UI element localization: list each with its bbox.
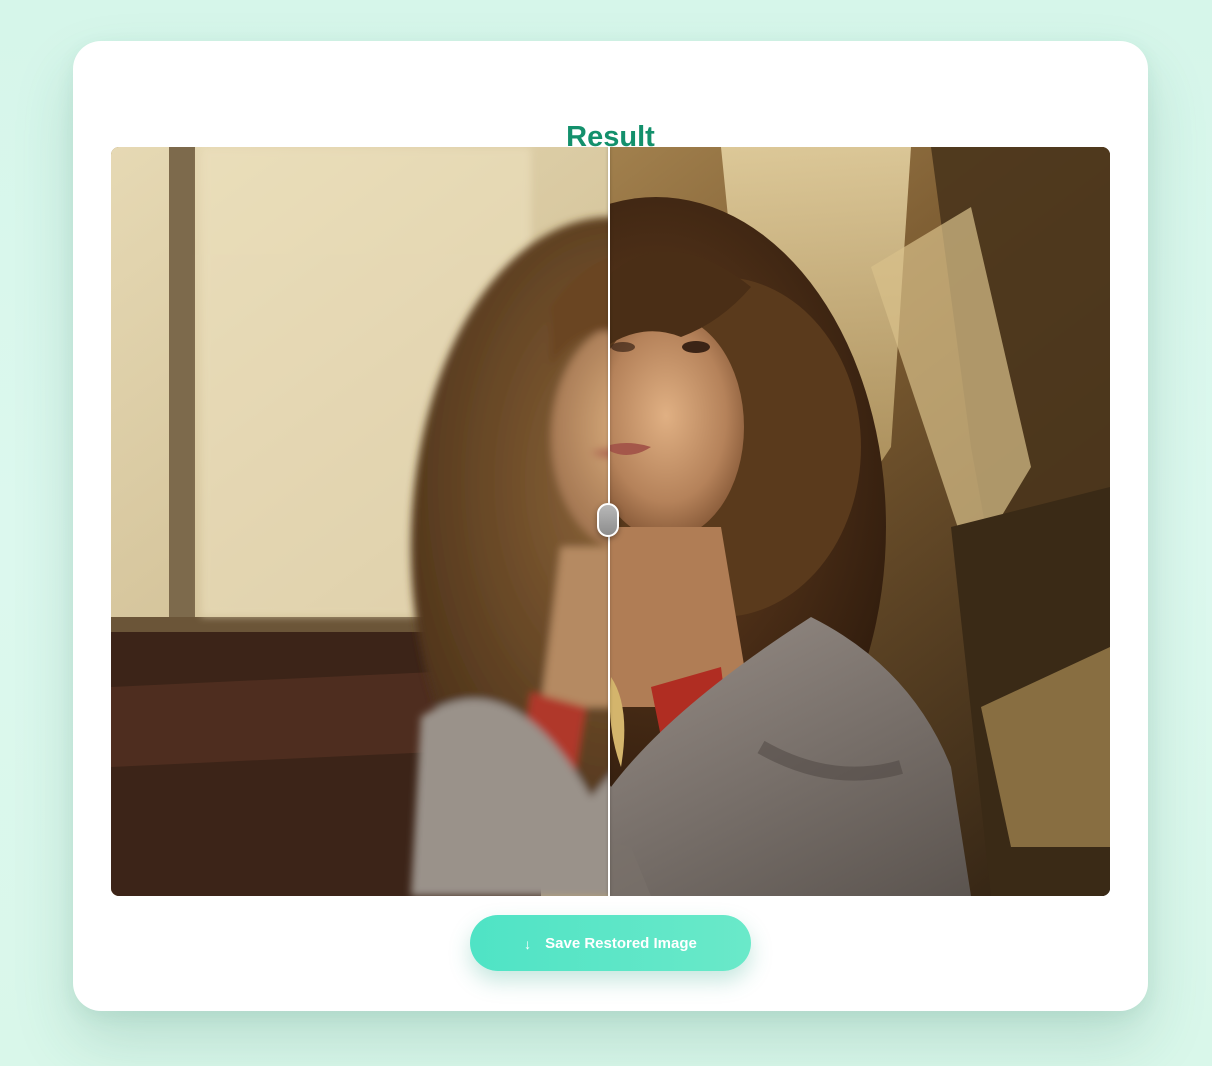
before-after-comparison[interactable] bbox=[111, 147, 1110, 896]
save-restored-image-button[interactable]: ↓ Save Restored Image bbox=[470, 915, 751, 971]
result-card: Result ↓ Save Restored Image bbox=[73, 41, 1148, 1011]
download-arrow-icon: ↓ bbox=[524, 936, 532, 952]
save-button-label: Save Restored Image bbox=[545, 934, 697, 952]
comparison-slider-handle[interactable] bbox=[597, 503, 619, 537]
